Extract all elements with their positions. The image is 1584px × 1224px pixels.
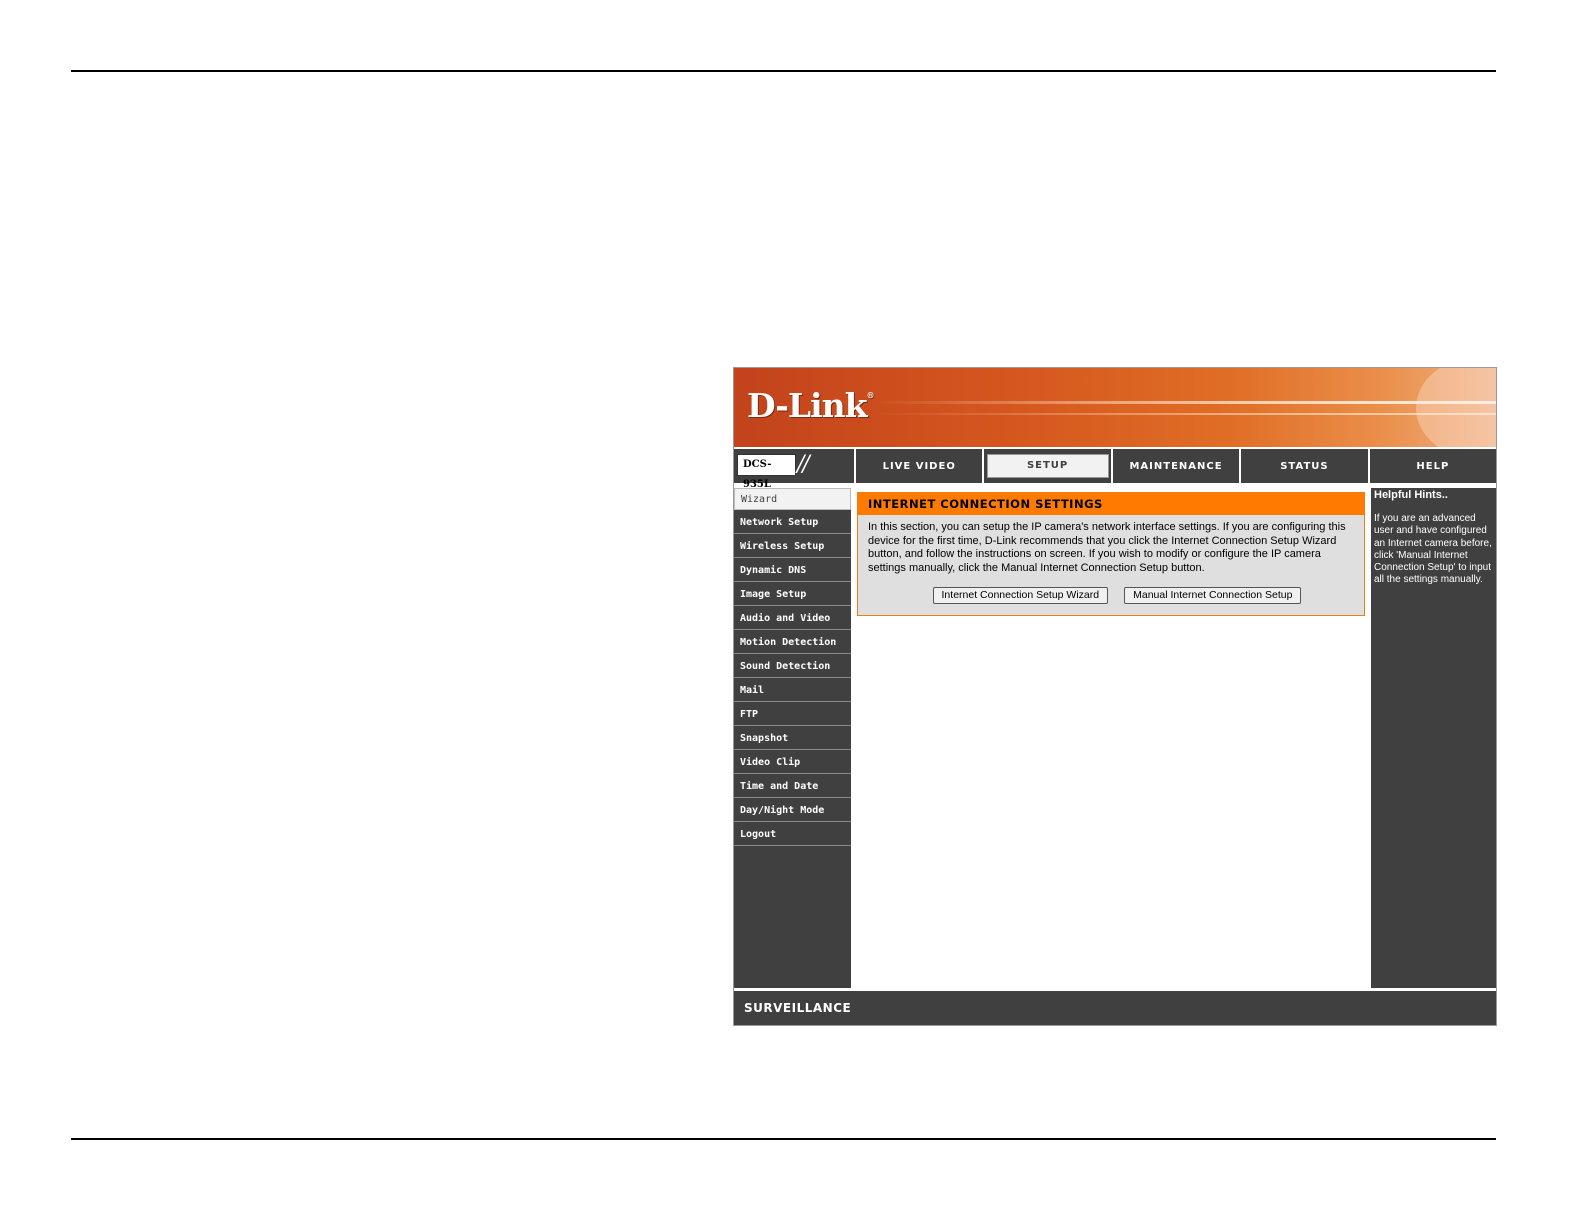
hints-body: If you are an advanced user and have con… (1374, 513, 1492, 586)
sidebar-item-image-setup[interactable]: Image Setup (734, 584, 851, 606)
hints-title: Helpful Hints.. (1374, 489, 1448, 501)
surveillance-label: SURVEILLANCE (744, 1001, 852, 1015)
tab-live-video[interactable]: LIVE VIDEO (856, 449, 985, 483)
top-nav: DCS-935L // LIVE VIDEO SETUP MAINTENANCE… (734, 449, 1496, 490)
tab-help[interactable]: HELP (1370, 449, 1496, 483)
sidebar-item-network-setup[interactable]: Network Setup (734, 512, 851, 534)
camera-web-ui: D-Link® DCS-935L // LIVE VIDEO SETUP MAI… (733, 367, 1497, 1026)
setup-wizard-button[interactable]: Internet Connection Setup Wizard (932, 587, 1109, 604)
button-row: Internet Connection Setup Wizard Manual … (858, 587, 1364, 604)
dlink-logo[interactable]: D-Link® (747, 386, 875, 425)
panel-description: In this section, you can setup the IP ca… (868, 521, 1346, 574)
banner-swoosh (1416, 368, 1496, 447)
sidebar-item-audio-video[interactable]: Audio and Video (734, 608, 851, 630)
model-name: DCS-935L (737, 454, 796, 490)
sidebar-item-sound-detection[interactable]: Sound Detection (734, 656, 851, 678)
main-content: INTERNET CONNECTION SETTINGS In this sec… (855, 488, 1369, 988)
logo-text: D-Link (747, 386, 868, 425)
tab-setup[interactable]: SETUP (984, 449, 1113, 483)
sidebar-item-dynamic-dns[interactable]: Dynamic DNS (734, 560, 851, 582)
setup-sidebar: Wizard Network Setup Wireless Setup Dyna… (734, 488, 851, 988)
internet-connection-panel: INTERNET CONNECTION SETTINGS In this sec… (857, 492, 1365, 616)
tab-label: SETUP (986, 454, 1109, 478)
footer-bar: SURVEILLANCE (734, 991, 1496, 1025)
sidebar-item-motion-detection[interactable]: Motion Detection (734, 632, 851, 654)
tab-label: HELP (1416, 460, 1450, 472)
banner-streak (874, 413, 1496, 415)
sidebar-item-wireless-setup[interactable]: Wireless Setup (734, 536, 851, 558)
tab-maintenance[interactable]: MAINTENANCE (1113, 449, 1242, 483)
tab-label: STATUS (1280, 460, 1329, 472)
model-badge: DCS-935L // (734, 449, 856, 490)
banner-streak (874, 401, 1496, 404)
tab-status[interactable]: STATUS (1241, 449, 1370, 483)
sidebar-item-ftp[interactable]: FTP (734, 704, 851, 726)
sidebar-item-snapshot[interactable]: Snapshot (734, 728, 851, 750)
top-rule (71, 70, 1496, 72)
sidebar-item-mail[interactable]: Mail (734, 680, 851, 702)
sidebar-item-day-night-mode[interactable]: Day/Night Mode (734, 800, 851, 822)
bottom-rule (71, 1138, 1496, 1140)
sidebar-item-wizard[interactable]: Wizard (734, 488, 851, 510)
header-banner: D-Link® (734, 368, 1496, 447)
manual-setup-button[interactable]: Manual Internet Connection Setup (1124, 587, 1302, 604)
sidebar-item-video-clip[interactable]: Video Clip (734, 752, 851, 774)
model-slashes: // (797, 452, 810, 477)
sidebar-item-time-date[interactable]: Time and Date (734, 776, 851, 798)
tab-label: MAINTENANCE (1129, 460, 1223, 472)
tab-label: LIVE VIDEO (882, 460, 956, 472)
panel-title: INTERNET CONNECTION SETTINGS (858, 493, 1364, 515)
registered-mark: ® (866, 390, 875, 400)
helpful-hints-panel: Helpful Hints.. If you are an advanced u… (1371, 488, 1496, 988)
sidebar-item-logout[interactable]: Logout (734, 824, 851, 846)
